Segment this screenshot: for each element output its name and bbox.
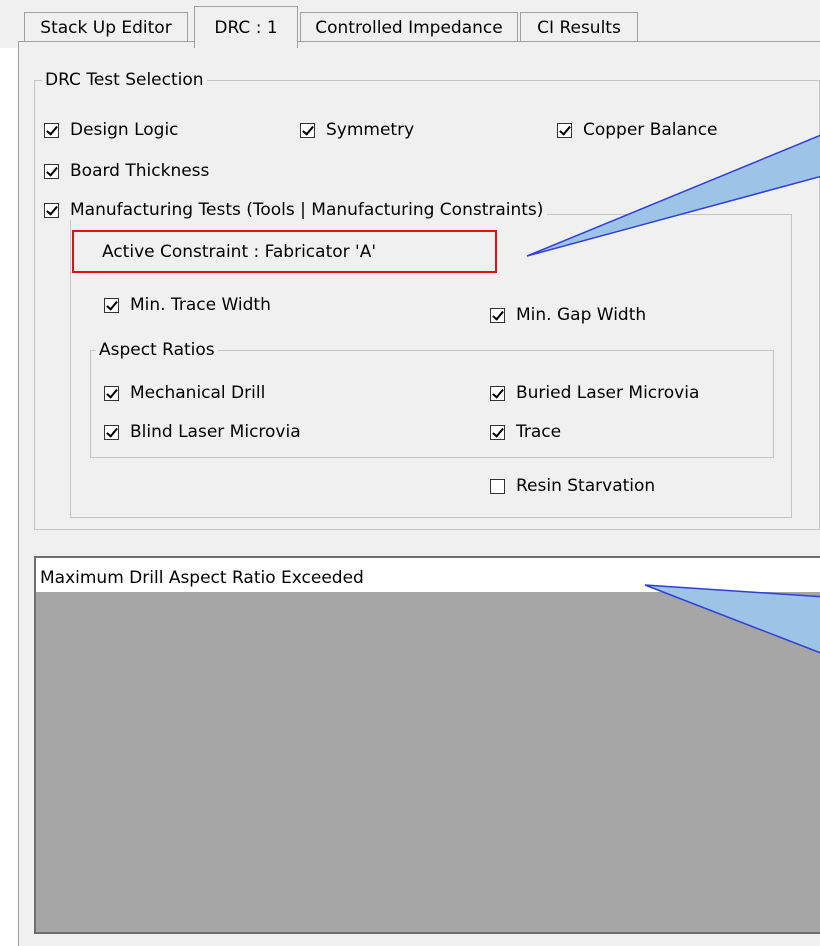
drc-results-list[interactable]: Maximum Drill Aspect Ratio Exceeded	[34, 556, 820, 934]
aspect-ratios-title: Aspect Ratios	[96, 340, 218, 360]
mechanical-drill-label: Mechanical Drill	[130, 383, 266, 403]
blind-laser-microvia-label: Blind Laser Microvia	[130, 422, 301, 442]
symmetry-checkbox[interactable]: Symmetry	[300, 120, 414, 140]
trace-checkbox[interactable]: Trace	[490, 422, 561, 442]
checkbox-check-icon	[490, 424, 505, 440]
mechanical-drill-checkbox[interactable]: Mechanical Drill	[104, 383, 265, 403]
checkbox-check-icon	[44, 163, 59, 179]
buried-laser-microvia-label: Buried Laser Microvia	[516, 383, 700, 403]
checkbox-check-icon	[557, 122, 572, 138]
checkbox-check-icon	[300, 122, 315, 138]
board-thickness-label: Board Thickness	[70, 161, 210, 181]
checkbox-check-icon	[490, 307, 505, 323]
resin-starvation-label: Resin Starvation	[516, 476, 656, 496]
checkbox-check-icon	[104, 385, 119, 401]
manufacturing-tests-label: Manufacturing Tests (Tools | Manufacturi…	[70, 200, 544, 220]
checkbox-check-icon	[44, 202, 59, 218]
trace-label: Trace	[516, 422, 562, 442]
active-constraint-label: Active Constraint : Fabricator 'A'	[102, 242, 377, 262]
resin-starvation-checkbox[interactable]: Resin Starvation	[490, 476, 655, 496]
manufacturing-tests-checkbox[interactable]: Manufacturing Tests (Tools | Manufacturi…	[44, 200, 548, 220]
blind-laser-microvia-checkbox[interactable]: Blind Laser Microvia	[104, 422, 301, 442]
min-trace-width-checkbox[interactable]: Min. Trace Width	[104, 295, 271, 315]
tab-controlled-impedance[interactable]: Controlled Impedance	[300, 12, 518, 42]
checkbox-check-icon	[44, 122, 59, 138]
min-trace-width-label: Min. Trace Width	[130, 295, 271, 315]
list-item[interactable]: Maximum Drill Aspect Ratio Exceeded	[36, 558, 820, 592]
checkbox-empty-icon	[490, 478, 505, 494]
board-thickness-checkbox[interactable]: Board Thickness	[44, 161, 209, 181]
tab-drc[interactable]: DRC : 1	[194, 6, 298, 48]
design-logic-label: Design Logic	[70, 120, 179, 140]
checkbox-check-icon	[104, 297, 119, 313]
checkbox-check-icon	[104, 424, 119, 440]
buried-laser-microvia-checkbox[interactable]: Buried Laser Microvia	[490, 383, 699, 403]
drc-test-selection-title: DRC Test Selection	[42, 70, 207, 90]
checkbox-check-icon	[490, 385, 505, 401]
min-gap-width-checkbox[interactable]: Min. Gap Width	[490, 305, 646, 325]
min-gap-width-label: Min. Gap Width	[516, 305, 647, 325]
symmetry-label: Symmetry	[326, 120, 415, 140]
tab-stack-up-editor[interactable]: Stack Up Editor	[24, 12, 188, 42]
design-logic-checkbox[interactable]: Design Logic	[44, 120, 179, 140]
tab-ci-results[interactable]: CI Results	[520, 12, 638, 42]
copper-balance-checkbox[interactable]: Copper Balance	[557, 120, 718, 140]
copper-balance-label: Copper Balance	[583, 120, 718, 140]
